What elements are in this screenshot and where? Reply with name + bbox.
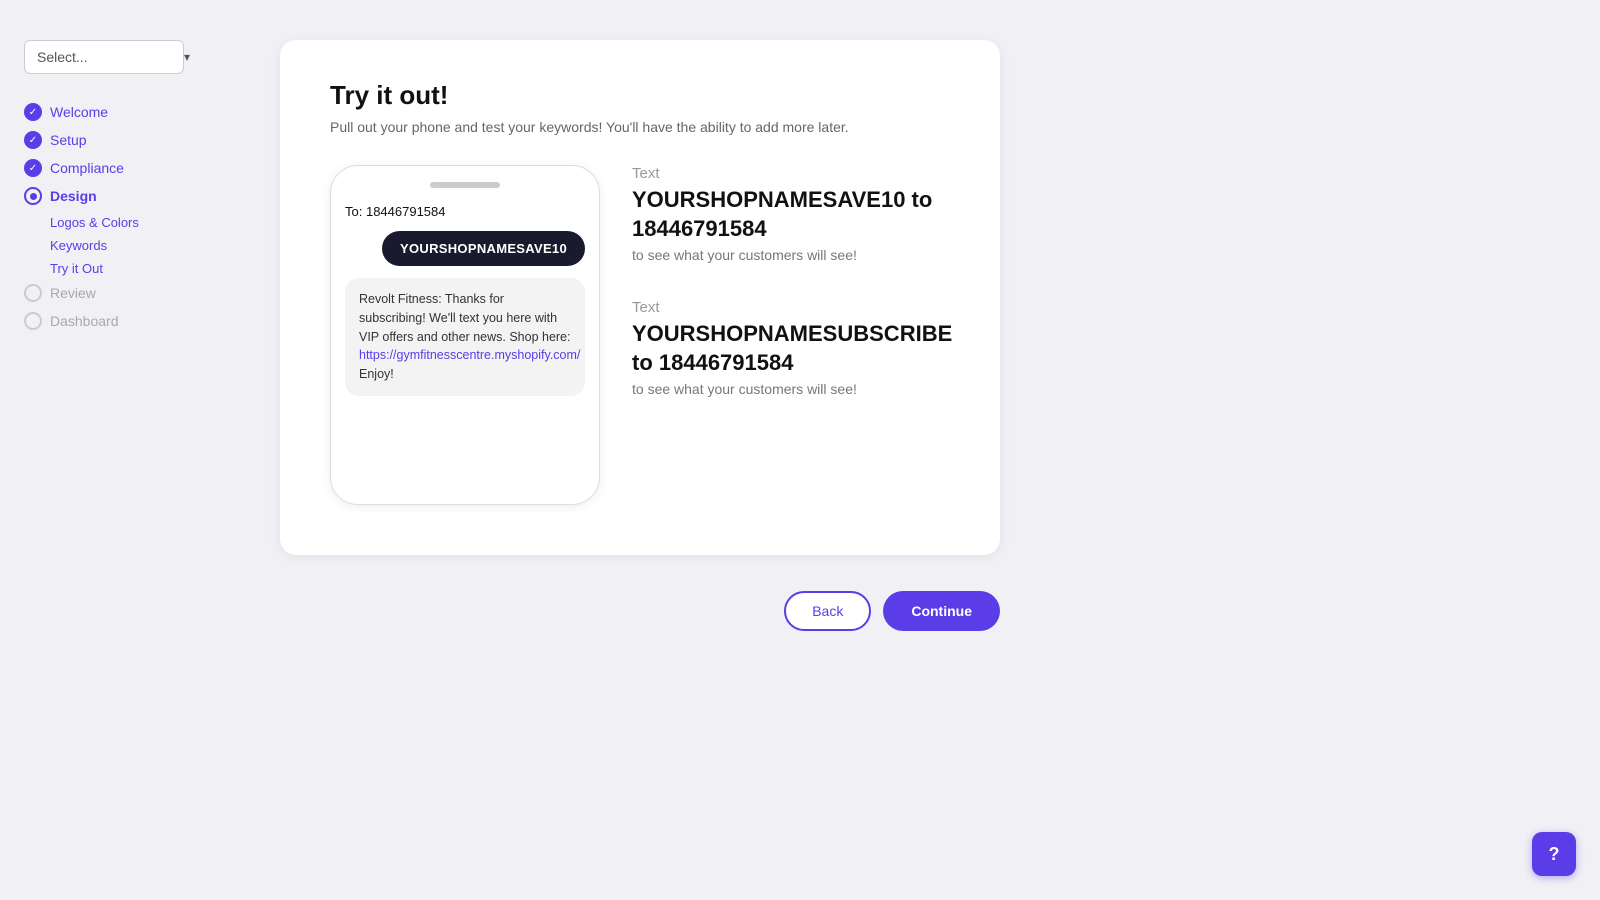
instruction-label-1: Text (632, 165, 952, 182)
instruction-block-save10: Text YOURSHOPNAMESAVE10 to18446791584 to… (632, 165, 952, 263)
phone-number: 18446791584 (366, 204, 446, 219)
sidebar-item-welcome[interactable]: Welcome (24, 98, 200, 126)
sidebar: Select... ▾ Welcome Setup Compliance Des… (0, 0, 220, 900)
instructions-col: Text YOURSHOPNAMESAVE10 to18446791584 to… (632, 165, 952, 397)
message-link[interactable]: https://gymfitnesscentre.myshopify.com/ (359, 348, 580, 362)
content-row: To: 18446791584 YOURSHOPNAMESAVE10 Revol… (330, 165, 950, 505)
instruction-block-subscribe: Text YOURSHOPNAMESUBSCRIBEto 18446791584… (632, 299, 952, 397)
dot-icon-review (24, 284, 42, 302)
dot-icon-dashboard (24, 312, 42, 330)
sidebar-label-welcome: Welcome (50, 104, 108, 120)
main-card: Try it out! Pull out your phone and test… (280, 40, 1000, 555)
continue-button[interactable]: Continue (883, 591, 1000, 631)
instruction-sub-1: to see what your customers will see! (632, 247, 952, 263)
instruction-keyword-2: YOURSHOPNAMESUBSCRIBEto 18446791584 (632, 320, 952, 377)
sidebar-label-design: Design (50, 188, 97, 204)
instruction-label-2: Text (632, 299, 952, 316)
design-subnav: Logos & Colors Keywords Try it Out (24, 212, 200, 279)
message-bubble: Revolt Fitness: Thanks for subscribing! … (345, 278, 585, 396)
sidebar-item-keywords[interactable]: Keywords (50, 235, 200, 256)
dot-icon-design (24, 187, 42, 205)
account-select[interactable]: Select... (24, 40, 184, 74)
sidebar-item-dashboard[interactable]: Dashboard (24, 307, 200, 335)
phone-mockup: To: 18446791584 YOURSHOPNAMESAVE10 Revol… (330, 165, 600, 505)
sidebar-label-review: Review (50, 285, 96, 301)
to-label: To: (345, 204, 362, 219)
page-title: Try it out! (330, 80, 950, 111)
sidebar-label-dashboard: Dashboard (50, 313, 119, 329)
sidebar-item-setup[interactable]: Setup (24, 126, 200, 154)
sidebar-item-review[interactable]: Review (24, 279, 200, 307)
phone-top-bar (430, 182, 500, 188)
help-button[interactable]: ? (1532, 832, 1576, 876)
keyword-bubble: YOURSHOPNAMESAVE10 (382, 231, 585, 266)
sidebar-item-try-it-out[interactable]: Try it Out (50, 258, 200, 279)
page-subtitle: Pull out your phone and test your keywor… (330, 119, 950, 135)
sidebar-label-setup: Setup (50, 132, 87, 148)
button-row: Back Continue (280, 591, 1000, 631)
sidebar-item-logos-colors[interactable]: Logos & Colors (50, 212, 200, 233)
sidebar-item-design[interactable]: Design (24, 182, 200, 210)
instruction-sub-2: to see what your customers will see! (632, 381, 952, 397)
check-icon-welcome (24, 103, 42, 121)
phone-to-line: To: 18446791584 (345, 204, 585, 219)
sidebar-item-compliance[interactable]: Compliance (24, 154, 200, 182)
select-wrapper: Select... ▾ (24, 40, 200, 74)
main-content: Try it out! Pull out your phone and test… (220, 0, 1600, 900)
instruction-keyword-1: YOURSHOPNAMESAVE10 to18446791584 (632, 186, 952, 243)
sidebar-label-compliance: Compliance (50, 160, 124, 176)
check-icon-compliance (24, 159, 42, 177)
check-icon-setup (24, 131, 42, 149)
chevron-down-icon: ▾ (184, 50, 190, 64)
back-button[interactable]: Back (784, 591, 871, 631)
